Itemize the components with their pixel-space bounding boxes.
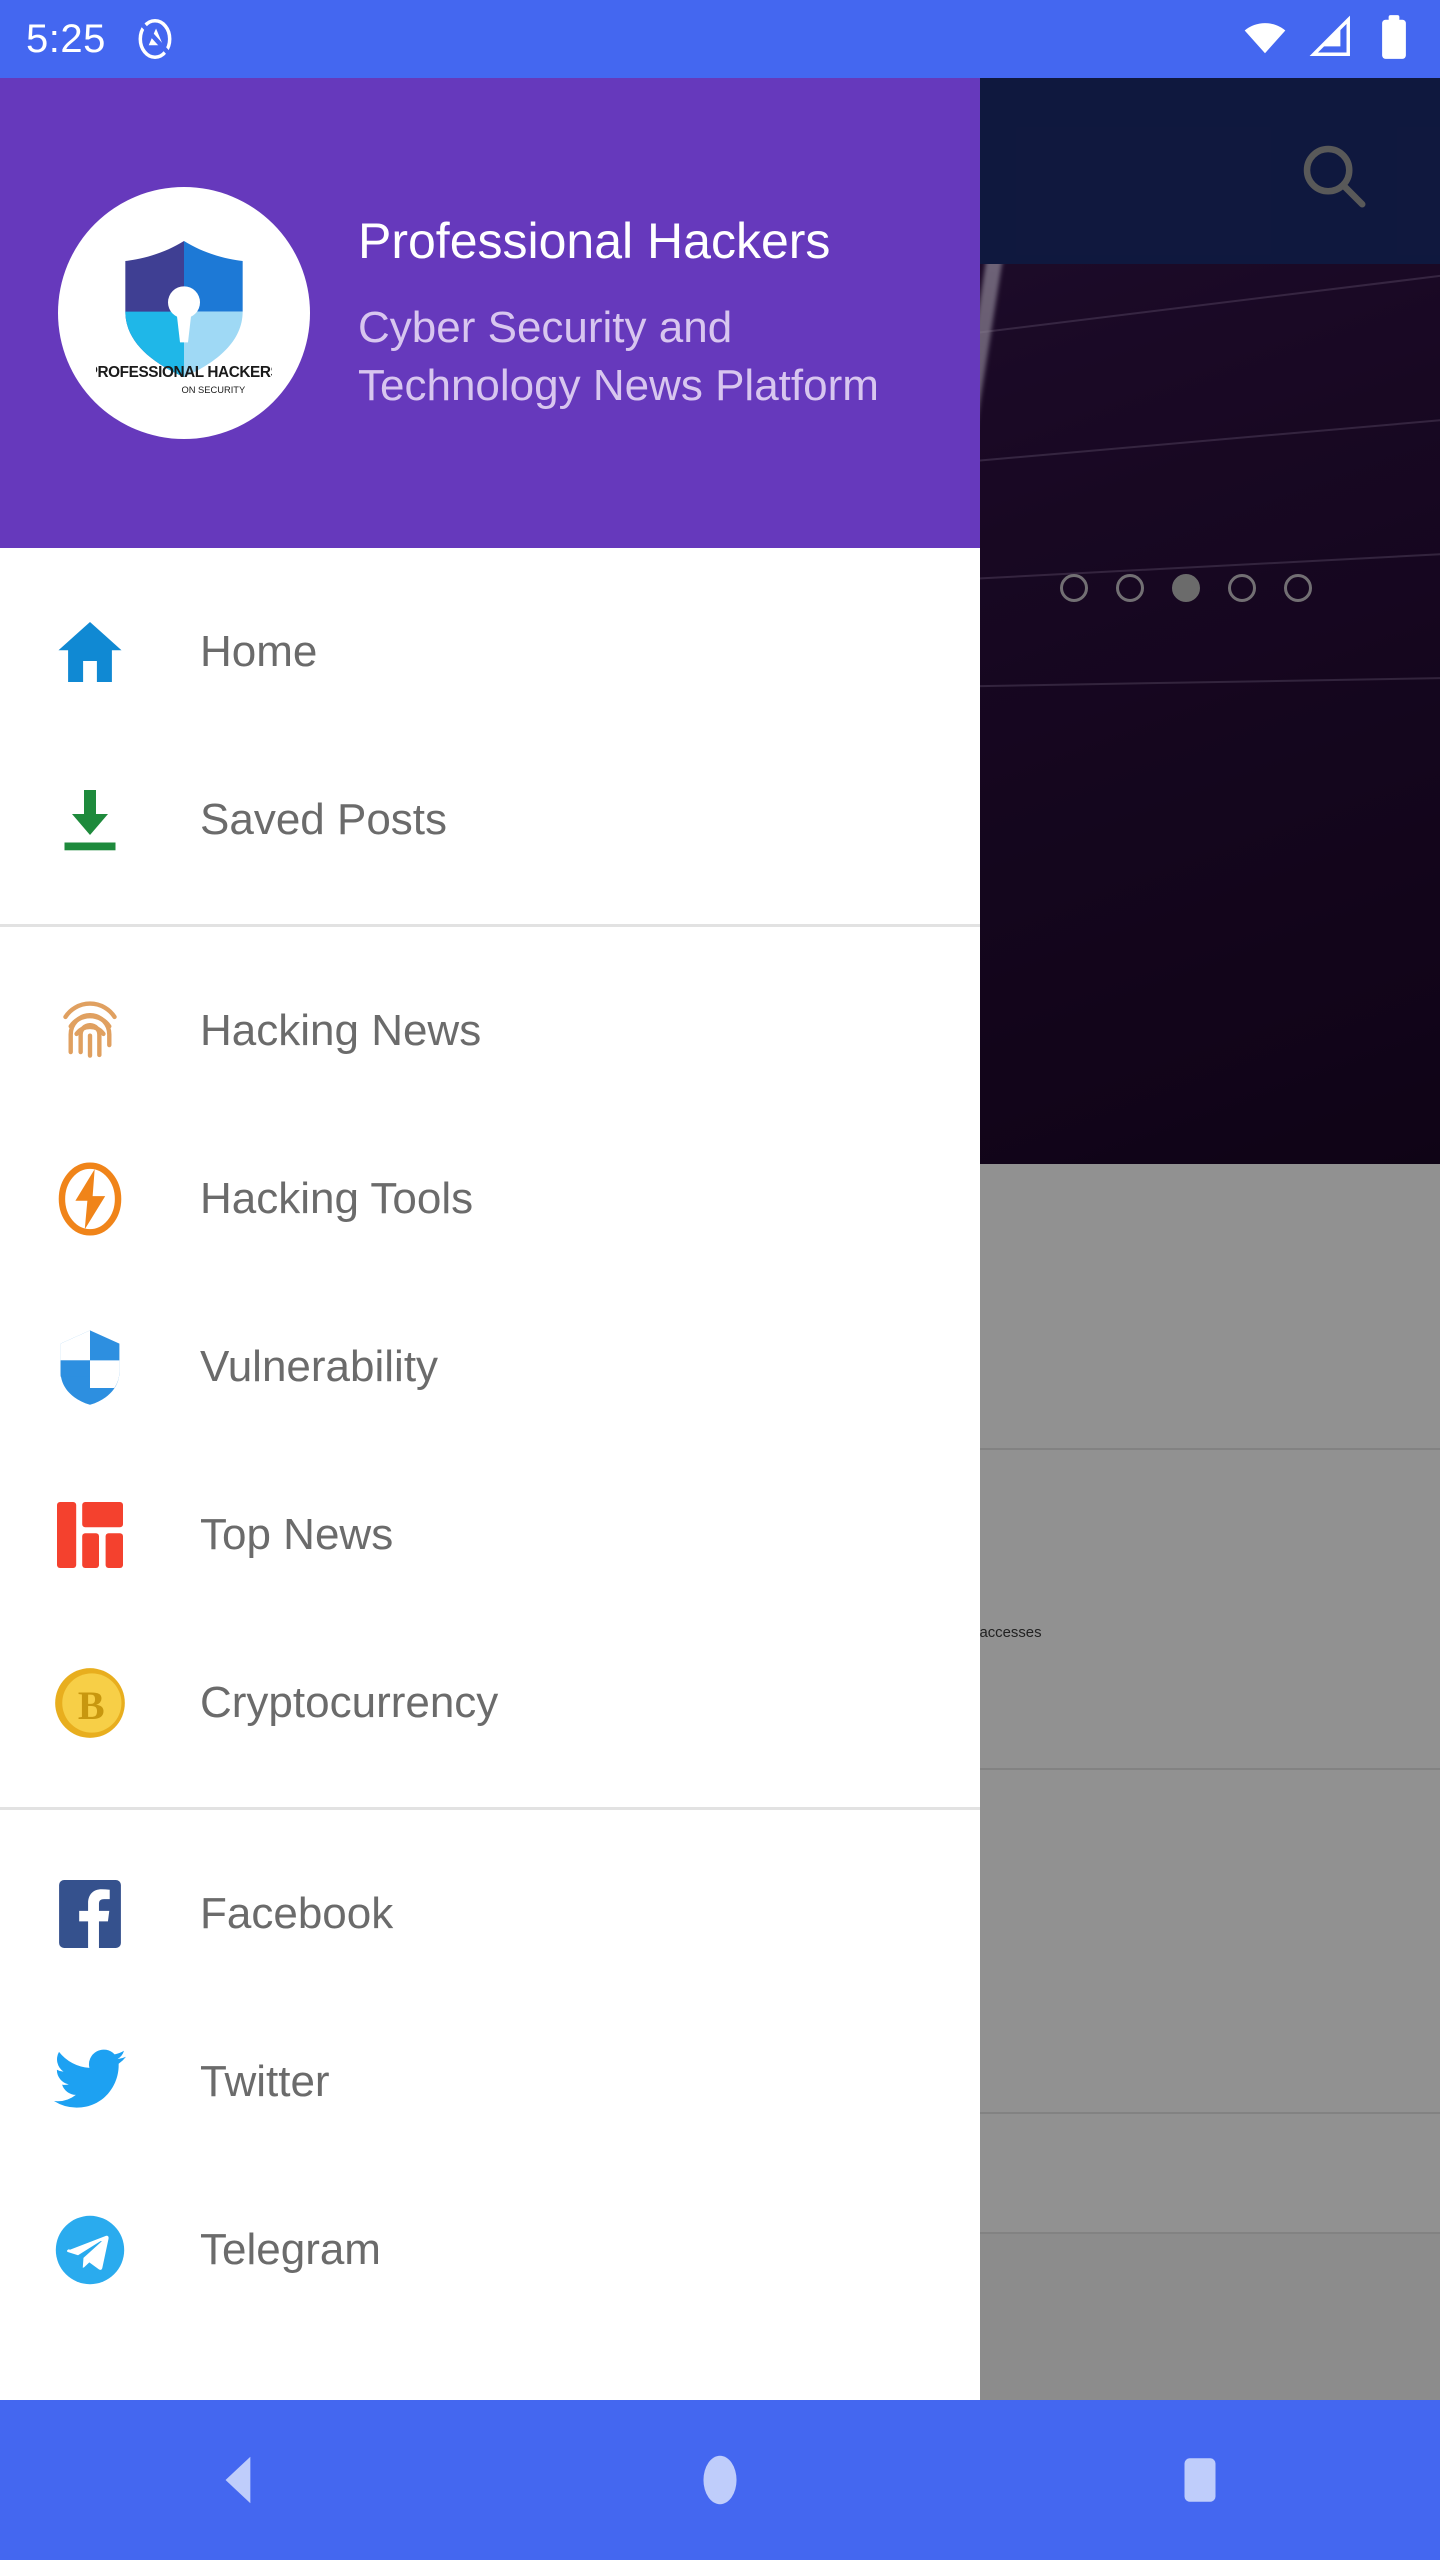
google-news-icon — [42, 1487, 138, 1583]
sidebar-item-vulnerability[interactable]: Vulnerability — [0, 1283, 980, 1451]
sidebar-item-facebook[interactable]: Facebook — [0, 1830, 980, 1998]
sidebar-item-label: Cryptocurrency — [200, 1678, 499, 1727]
lightning-bolt-icon — [42, 1151, 138, 1247]
back-triangle-icon[interactable] — [180, 2420, 300, 2540]
android-navigation-bar — [0, 2400, 1440, 2560]
sidebar-item-twitter[interactable]: Twitter — [0, 1998, 980, 2166]
sidebar-item-label: Hacking News — [200, 1006, 482, 1055]
sidebar-item-telegram[interactable]: Telegram — [0, 2166, 980, 2334]
sidebar-item-label: Twitter — [200, 2057, 330, 2106]
download-icon — [42, 772, 138, 868]
wifi-full-icon — [1242, 14, 1288, 65]
sidebar-item-label: Telegram — [200, 2225, 381, 2274]
svg-text:B: B — [78, 1683, 105, 1728]
sidebar-item-label: Saved Posts — [200, 795, 448, 844]
sidebar-item-top-news[interactable]: Top News — [0, 1451, 980, 1619]
app-logo-avatar: PROFESSIONAL HACKERS ON SECURITY — [58, 187, 310, 439]
drawer-title: Professional Hackers — [358, 212, 831, 269]
sidebar-item-label: Vulnerability — [200, 1342, 439, 1391]
twitter-icon — [42, 2034, 138, 2130]
fingerprint-icon — [42, 983, 138, 1079]
svg-text:PROFESSIONAL HACKERS: PROFESSIONAL HACKERS — [96, 364, 272, 381]
sidebar-item-label: Top News — [200, 1510, 394, 1559]
shield-icon — [42, 1319, 138, 1415]
sidebar-item-home[interactable]: Home — [0, 568, 980, 736]
battery-full-icon — [1374, 14, 1414, 65]
sidebar-item-label: Facebook — [200, 1889, 394, 1938]
sidebar-item-hacking-tools[interactable]: Hacking Tools — [0, 1115, 980, 1283]
adaway-icon — [134, 18, 176, 60]
drawer-group-categories: Hacking News Hacking Tools Vulnerability… — [0, 927, 980, 1807]
status-bar: 5:25 — [0, 0, 1440, 78]
sidebar-item-saved-posts[interactable]: Saved Posts — [0, 736, 980, 904]
drawer-group-social: Facebook Twitter Telegram — [0, 1810, 980, 2354]
drawer-group-main: Home Saved Posts — [0, 548, 980, 924]
telegram-icon — [42, 2202, 138, 2298]
cell-signal-icon — [1308, 14, 1354, 65]
phone-screen: cy enSilo — [0, 0, 1440, 2560]
facebook-icon — [42, 1866, 138, 1962]
sidebar-item-cryptocurrency[interactable]: B Cryptocurrency — [0, 1619, 980, 1787]
home-circle-icon[interactable] — [660, 2420, 780, 2540]
shield-logo-icon: PROFESSIONAL HACKERS ON SECURITY — [96, 241, 272, 395]
sidebar-item-label: Home — [200, 627, 318, 676]
drawer-subtitle: Cyber Security and Technology News Platf… — [358, 302, 879, 410]
sidebar-item-hacking-news[interactable]: Hacking News — [0, 947, 980, 1115]
navigation-drawer: PROFESSIONAL HACKERS ON SECURITY Profess… — [0, 78, 980, 2478]
sidebar-item-label: Hacking Tools — [200, 1174, 474, 1223]
svg-text:ON SECURITY: ON SECURITY — [181, 385, 246, 395]
drawer-header: PROFESSIONAL HACKERS ON SECURITY Profess… — [0, 78, 980, 548]
status-clock: 5:25 — [26, 16, 106, 61]
home-icon — [42, 604, 138, 700]
recents-square-icon[interactable] — [1140, 2420, 1260, 2540]
bitcoin-coin-icon: B — [42, 1655, 138, 1751]
